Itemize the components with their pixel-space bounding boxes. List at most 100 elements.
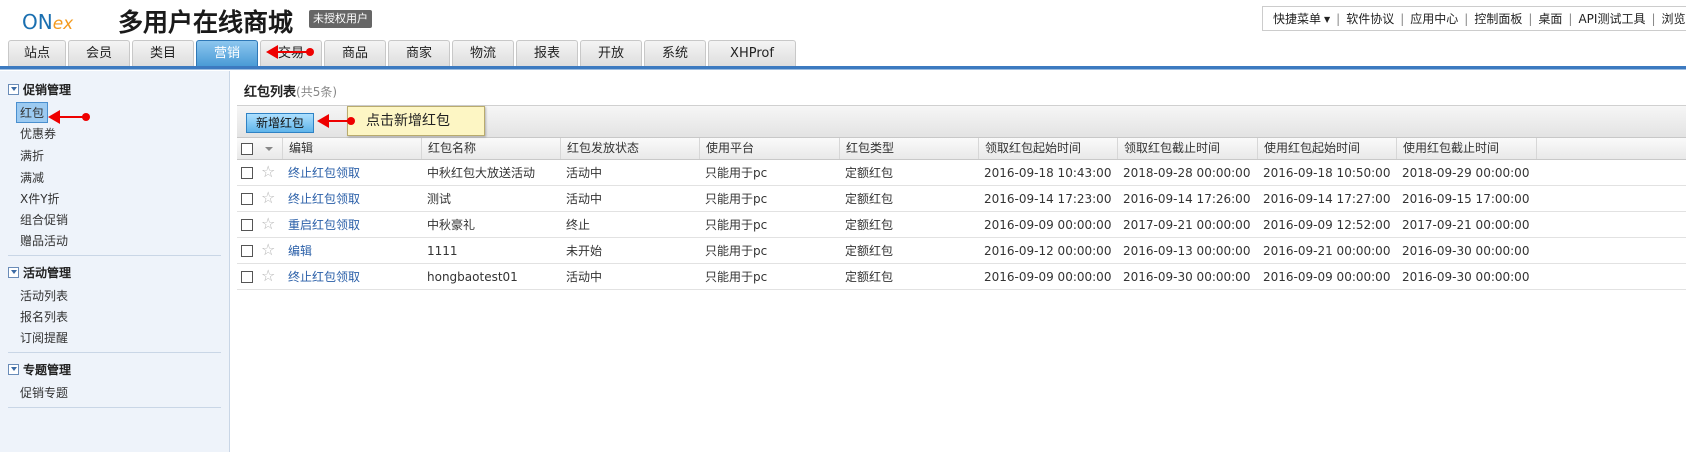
column-header[interactable]: 使用红包起始时间 — [1257, 138, 1396, 159]
row-action-link[interactable]: 终止红包领取 — [282, 264, 421, 289]
sidebar-group-activity[interactable]: 活动管理 — [8, 264, 71, 281]
header: ONex 多用户在线商城 未授权用户 快捷菜单 ▼ | 软件协议 | 应用中心 |… — [0, 0, 1686, 70]
sidebar-item-bundle[interactable]: 组合促销 — [20, 211, 68, 228]
tab-7[interactable]: 物流 — [452, 40, 514, 66]
row-checkbox[interactable] — [241, 193, 253, 205]
link-app-center[interactable]: 应用中心 — [1410, 10, 1458, 27]
tab-9[interactable]: 开放 — [580, 40, 642, 66]
row-action-link[interactable]: 终止红包领取 — [282, 186, 421, 211]
table-cell: 2016-09-09 00:00:00 — [1263, 270, 1391, 284]
tab-11[interactable]: XHProf — [708, 40, 796, 66]
table-header: 编辑 红包名称 红包发放状态 使用平台 红包类型 领取红包起始时间 领取红包截止时间 使用红包… — [237, 138, 1686, 160]
table-cell: 2017-09-21 00:00:00 — [1402, 218, 1530, 232]
table-cell: 定额红包 — [845, 244, 894, 258]
tab-3[interactable]: 营销 — [196, 40, 258, 66]
column-header[interactable]: 领取红包截止时间 — [1117, 138, 1257, 159]
table-cell: 定额红包 — [845, 270, 894, 284]
top-links: 快捷菜单 ▼ | 软件协议 | 应用中心 | 控制面板 | 桌面 | API测试工… — [1262, 6, 1686, 31]
collapse-icon[interactable] — [8, 267, 19, 278]
table-cell: 中秋豪礼 — [427, 218, 476, 232]
sidebar-item-coupon[interactable]: 优惠券 — [20, 125, 56, 142]
row-checkbox[interactable] — [241, 167, 253, 179]
table-cell: 只能用于pc — [705, 270, 768, 284]
row-checkbox[interactable] — [241, 219, 253, 231]
quick-menu[interactable]: 快捷菜单 ▼ — [1273, 10, 1330, 27]
table-cell: 2016-09-14 17:23:00 — [984, 192, 1112, 206]
collapse-icon[interactable] — [8, 84, 19, 95]
sidebar-item-signup-list[interactable]: 报名列表 — [20, 308, 68, 325]
row-action-link[interactable]: 终止红包领取 — [282, 160, 421, 185]
select-all-checkbox[interactable] — [241, 143, 253, 155]
table-cell: 2016-09-30 00:00:00 — [1123, 270, 1251, 284]
star-icon[interactable]: ☆ — [261, 215, 275, 233]
link-api-tool[interactable]: API测试工具 — [1578, 10, 1645, 27]
row-checkbox[interactable] — [241, 245, 253, 257]
column-header[interactable]: 领取红包起始时间 — [978, 138, 1117, 159]
table-cell: 只能用于pc — [705, 166, 768, 180]
star-icon[interactable]: ☆ — [261, 267, 275, 285]
sidebar: 促销管理 红包 优惠券 满折 满减 X件Y折 组合促销 赠品活动 活动管理 活动… — [0, 71, 230, 452]
sidebar-divider — [8, 407, 221, 408]
unauthorized-badge: 未授权用户 — [309, 10, 372, 28]
table-cell: 2016-09-12 00:00:00 — [984, 244, 1112, 258]
table-cell: 2018-09-29 00:00:00 — [1402, 166, 1530, 180]
column-header[interactable]: 使用红包截止时间 — [1396, 138, 1536, 159]
star-icon[interactable]: ☆ — [261, 163, 275, 181]
table-row: ☆ 终止红包领取 hongbaotest01 活动中 只能用于pc 定额红包 2016-09… — [237, 264, 1686, 290]
sidebar-item-gift[interactable]: 赠品活动 — [20, 232, 68, 249]
row-action-link[interactable]: 重启红包领取 — [282, 212, 421, 237]
table-row: ☆ 编辑 1111 未开始 只能用于pc 定额红包 2016-09-12 00:00:00 2… — [237, 238, 1686, 264]
column-header[interactable]: 红包类型 — [839, 138, 978, 159]
column-header[interactable]: 红包发放状态 — [560, 138, 699, 159]
tab-1[interactable]: 会员 — [68, 40, 130, 66]
table-cell: 2016-09-18 10:43:00 — [984, 166, 1112, 180]
tab-10[interactable]: 系统 — [644, 40, 706, 66]
tab-6[interactable]: 商家 — [388, 40, 450, 66]
link-license[interactable]: 软件协议 — [1346, 10, 1394, 27]
sidebar-item-red-packet[interactable]: 红包 — [16, 102, 49, 123]
column-header[interactable]: 使用平台 — [699, 138, 839, 159]
link-control-panel[interactable]: 控制面板 — [1474, 10, 1522, 27]
column-header[interactable]: 编辑 — [282, 138, 421, 159]
tab-2[interactable]: 类目 — [132, 40, 194, 66]
add-red-packet-button[interactable]: 新增红包 — [246, 113, 315, 133]
table-row: ☆ 终止红包领取 中秋红包大放送活动 活动中 只能用于pc 定额红包 2016-09-18 … — [237, 160, 1686, 186]
table-cell: 2016-09-13 00:00:00 — [1123, 244, 1251, 258]
sidebar-item-promo-topic[interactable]: 促销专题 — [20, 384, 68, 401]
table-cell: 2016-09-30 00:00:00 — [1402, 244, 1530, 258]
sidebar-item-x-for-y[interactable]: X件Y折 — [20, 190, 60, 207]
sidebar-group-promotion[interactable]: 促销管理 — [8, 81, 71, 98]
sidebar-group-topic[interactable]: 专题管理 — [8, 361, 71, 378]
callout-tooltip: 点击新增红包 — [347, 106, 485, 136]
logo[interactable]: ONex — [22, 6, 73, 38]
tab-8[interactable]: 报表 — [516, 40, 578, 66]
tab-5[interactable]: 商品 — [324, 40, 386, 66]
collapse-icon[interactable] — [8, 364, 19, 375]
row-checkbox[interactable] — [241, 271, 253, 283]
row-action-link[interactable]: 编辑 — [282, 238, 421, 263]
table-cell: 定额红包 — [845, 218, 894, 232]
star-icon[interactable]: ☆ — [261, 241, 275, 259]
site-title: 多用户在线商城 — [118, 8, 294, 37]
star-icon[interactable]: ☆ — [261, 189, 275, 207]
annotation-arrow-sidebar — [48, 110, 90, 124]
column-header[interactable]: 红包名称 — [421, 138, 560, 159]
table-cell: 2017-09-21 00:00:00 — [1123, 218, 1251, 232]
sidebar-item-discount[interactable]: 满折 — [20, 147, 44, 164]
table-cell: 2018-09-28 00:00:00 — [1123, 166, 1251, 180]
table-cell: 测试 — [427, 192, 452, 206]
table-cell: 2016-09-14 17:26:00 — [1123, 192, 1251, 206]
tab-0[interactable]: 站点 — [8, 40, 66, 66]
sidebar-item-reduction[interactable]: 满减 — [20, 169, 44, 186]
table-cell: 活动中 — [566, 270, 603, 284]
caret-down-icon[interactable] — [265, 147, 273, 151]
table-cell: 2016-09-21 00:00:00 — [1263, 244, 1391, 258]
caret-down-icon: ▼ — [1324, 15, 1331, 24]
sidebar-item-activity-list[interactable]: 活动列表 — [20, 287, 68, 304]
red-packet-table: 编辑 红包名称 红包发放状态 使用平台 红包类型 领取红包起始时间 领取红包截止时间 使用红包… — [237, 138, 1686, 290]
sidebar-divider — [8, 352, 221, 353]
link-desktop[interactable]: 桌面 — [1538, 10, 1562, 27]
sidebar-item-subscribe-reminder[interactable]: 订阅提醒 — [20, 329, 68, 346]
link-browse-store[interactable]: 浏览商 — [1662, 10, 1686, 27]
table-cell: 2016-09-15 17:00:00 — [1402, 192, 1530, 206]
